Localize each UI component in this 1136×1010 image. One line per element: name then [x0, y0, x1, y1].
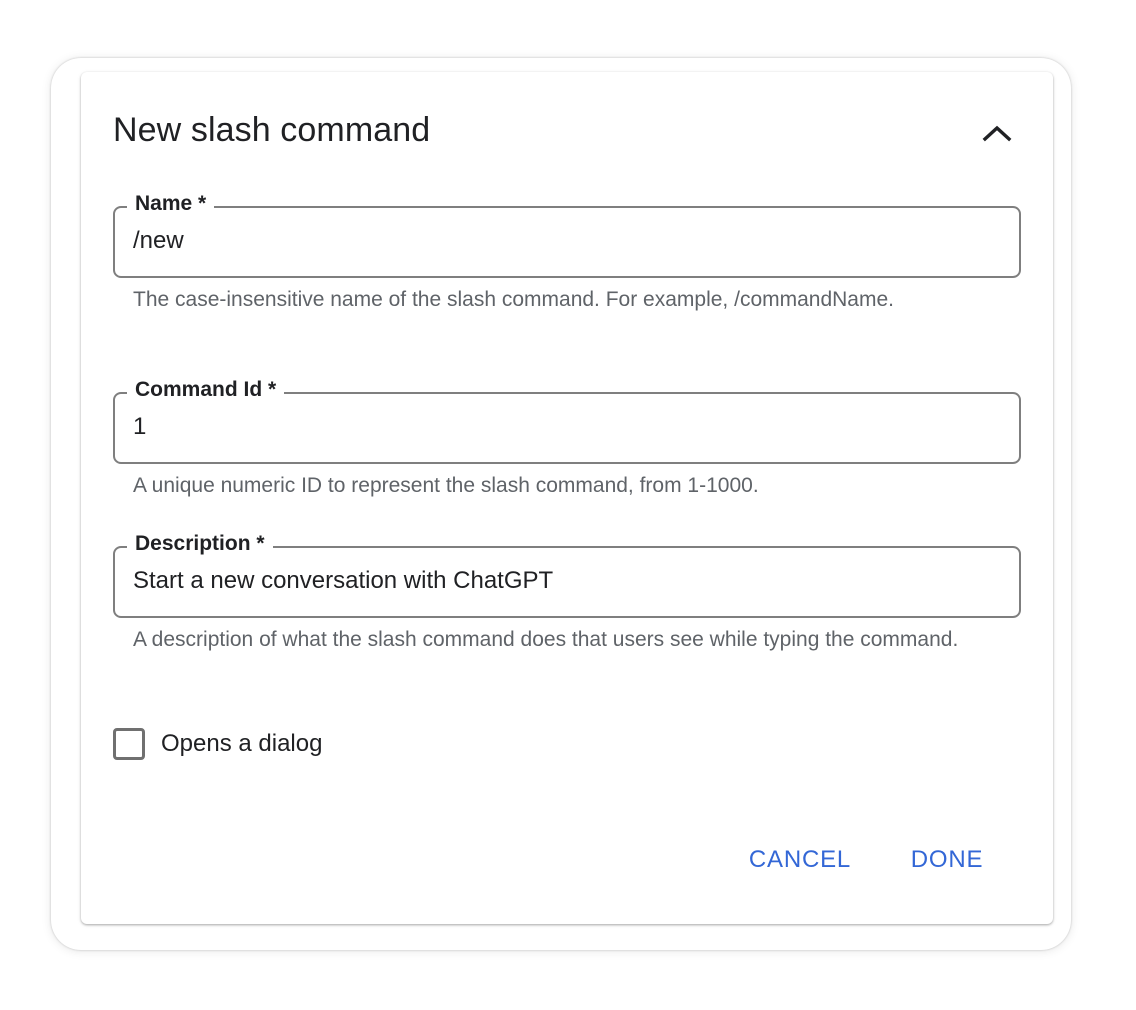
command-id-input[interactable]: [133, 408, 993, 446]
description-field-label: Description *: [127, 531, 273, 557]
description-input[interactable]: [133, 562, 993, 600]
command-id-hint: A unique numeric ID to represent the sla…: [133, 474, 759, 497]
name-field[interactable]: Name *: [113, 191, 1021, 278]
dialog-title: New slash command: [113, 111, 431, 149]
description-field[interactable]: Description *: [113, 531, 1021, 618]
opens-dialog-checkbox[interactable]: [113, 728, 145, 760]
command-id-field-label: Command Id *: [127, 377, 285, 403]
description-hint: A description of what the slash command …: [133, 628, 959, 651]
chevron-up-icon: [982, 125, 1012, 142]
collapse-button[interactable]: [972, 108, 1022, 154]
name-input[interactable]: [133, 222, 993, 260]
name-field-label: Name *: [127, 191, 215, 217]
cancel-button[interactable]: CANCEL: [746, 838, 854, 882]
opens-dialog-label: Opens a dialog: [161, 730, 323, 757]
done-button[interactable]: DONE: [908, 838, 986, 882]
opens-dialog-option[interactable]: Opens a dialog: [113, 728, 322, 760]
name-hint: The case-insensitive name of the slash c…: [133, 288, 894, 311]
command-id-field[interactable]: Command Id *: [113, 377, 1021, 464]
